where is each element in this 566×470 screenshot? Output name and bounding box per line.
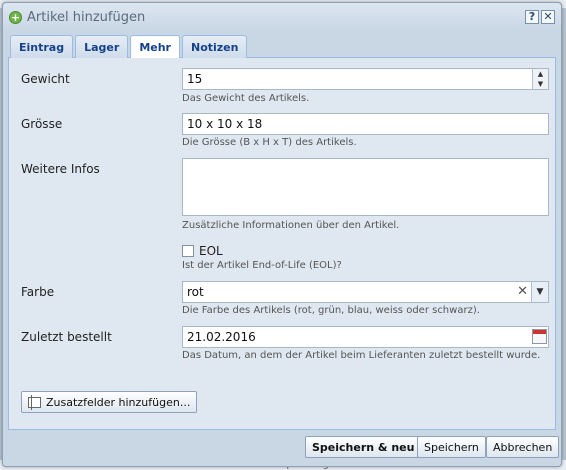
eol-hint: Ist der Artikel End-of-Life (EOL)? <box>182 260 342 271</box>
weight-label: Gewicht <box>21 72 70 86</box>
info-textarea[interactable] <box>182 158 549 216</box>
info-label: Weitere Infos <box>21 162 100 176</box>
spin-up-icon[interactable]: ▲ <box>533 69 548 79</box>
eol-checkbox[interactable] <box>182 245 194 257</box>
add-extra-fields-button[interactable]: Zusatzfelder hinzufügen... <box>21 391 198 413</box>
save-and-new-button[interactable]: Speichern & neu <box>305 436 422 458</box>
spin-down-icon[interactable]: ▼ <box>533 79 548 89</box>
tab-eintrag[interactable]: Eintrag <box>10 35 74 58</box>
cancel-button[interactable]: Abbrechen <box>486 436 560 458</box>
help-button[interactable]: ? <box>525 10 539 24</box>
tab-lager[interactable]: Lager <box>75 35 129 58</box>
weight-field[interactable]: 15 ▲ ▼ <box>182 68 549 90</box>
weight-value: 15 <box>187 72 203 86</box>
save-button[interactable]: Speichern <box>417 436 486 458</box>
size-label: Grösse <box>21 117 63 131</box>
calendar-icon[interactable] <box>532 329 547 344</box>
add-extra-fields-label: Zusatzfelder hinzufügen... <box>46 395 191 409</box>
color-hint: Die Farbe des Artikels (rot, grün, blau,… <box>182 305 480 316</box>
weight-spinner[interactable]: ▲ ▼ <box>532 69 548 89</box>
tab-mehr[interactable]: Mehr <box>130 35 180 59</box>
info-hint: Zusätzliche Informationen über den Artik… <box>182 220 400 231</box>
size-hint: Die Grösse (B x H x T) des Artikels. <box>182 137 357 148</box>
last-ordered-value: 21.02.2016 <box>187 330 256 344</box>
dialog-titlebar[interactable]: + Artikel hinzufügen ? ✕ <box>3 3 561 31</box>
last-ordered-hint: Das Datum, an dem der Artikel beim Liefe… <box>182 350 541 361</box>
last-ordered-label: Zuletzt bestellt <box>21 330 112 344</box>
color-value: rot <box>187 285 204 299</box>
chevron-down-icon[interactable]: ▼ <box>531 282 548 302</box>
last-ordered-datefield[interactable]: 21.02.2016 <box>182 326 549 348</box>
clear-icon[interactable]: ✕ <box>517 284 528 299</box>
add-article-dialog: + Artikel hinzufügen ? ✕ Eintrag Lager M… <box>2 2 562 467</box>
size-value: 10 x 10 x 18 <box>187 117 263 131</box>
close-button[interactable]: ✕ <box>541 10 555 24</box>
text-field-icon <box>28 394 41 410</box>
color-combo[interactable]: rot ✕ ▼ <box>182 281 549 303</box>
add-circle-icon: + <box>9 10 22 24</box>
eol-label[interactable]: EOL <box>199 244 223 258</box>
tab-notizen[interactable]: Notizen <box>181 35 248 58</box>
size-field[interactable]: 10 x 10 x 18 <box>182 113 549 135</box>
tab-panel-mehr: Gewicht 15 ▲ ▼ Das Gewicht des Artikels.… <box>8 58 556 430</box>
dialog-title: Artikel hinzufügen <box>27 9 146 25</box>
color-label: Farbe <box>21 285 55 299</box>
weight-hint: Das Gewicht des Artikels. <box>182 93 310 104</box>
tab-bar: Eintrag Lager Mehr Notizen <box>8 33 556 59</box>
